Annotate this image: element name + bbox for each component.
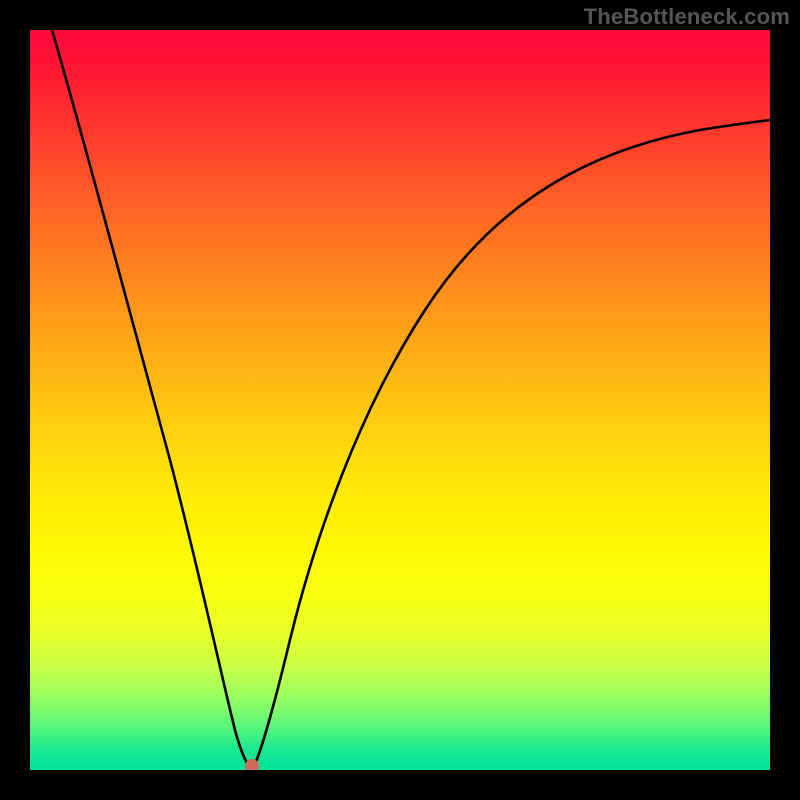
bottleneck-curve [30,30,770,770]
curve-right-branch [252,120,770,770]
watermark-text: TheBottleneck.com [584,4,790,30]
plot-area [30,30,770,770]
chart-frame: TheBottleneck.com [0,0,800,800]
curve-left-branch [52,30,252,770]
